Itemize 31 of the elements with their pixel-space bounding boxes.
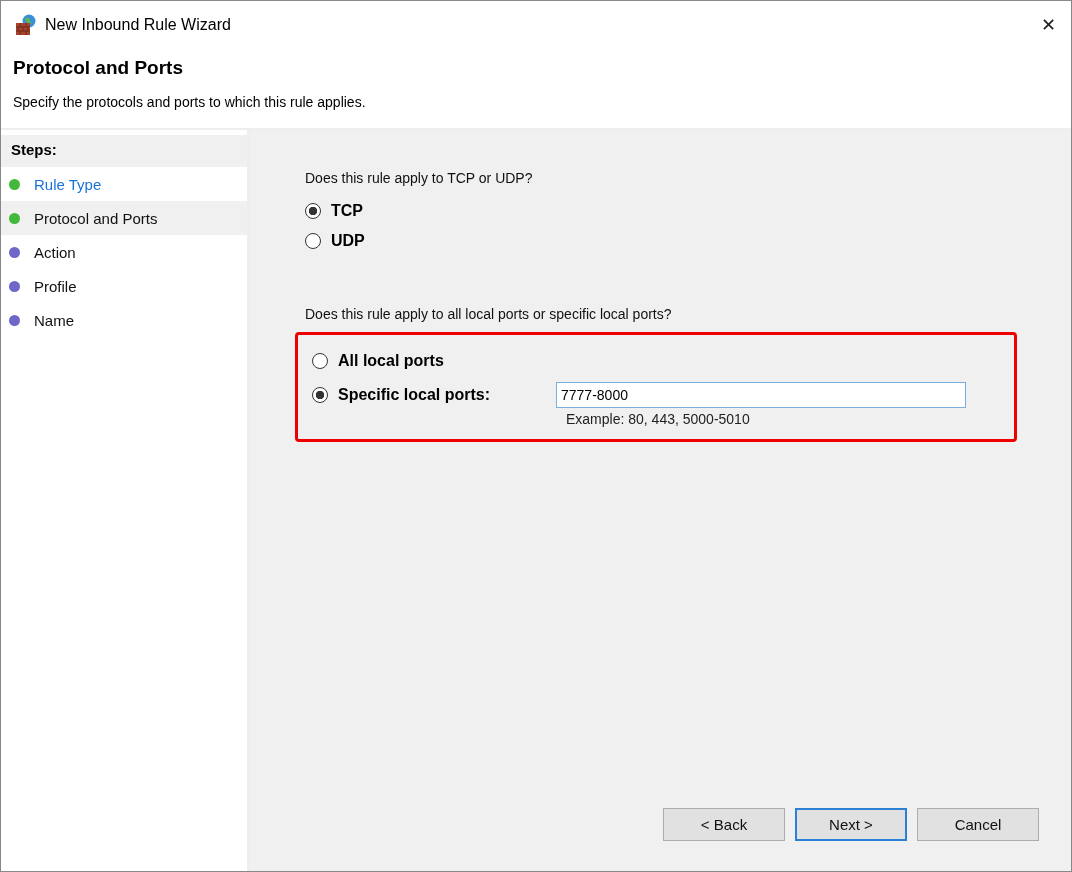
step-item[interactable]: Rule Type xyxy=(1,167,247,201)
step-label: Name xyxy=(34,311,74,329)
step-item[interactable]: Action xyxy=(1,235,247,269)
radio-label: TCP xyxy=(331,202,363,220)
steps-heading: Steps: xyxy=(1,135,247,167)
page-title: Protocol and Ports xyxy=(13,57,184,79)
window-title: New Inbound Rule Wizard xyxy=(45,16,232,34)
firewall-globe-icon xyxy=(15,14,37,36)
step-item[interactable]: Name xyxy=(1,303,247,337)
protocol-question: Does this rule apply to TCP or UDP? xyxy=(305,170,534,186)
step-label: Profile xyxy=(34,277,77,295)
step-label: Protocol and Ports xyxy=(34,209,158,227)
radio-button[interactable] xyxy=(305,233,321,249)
wizard-button[interactable]: Cancel xyxy=(917,808,1039,841)
ports-question: Does this rule apply to all local ports or specific local ports? xyxy=(305,306,673,322)
radio-button[interactable] xyxy=(312,387,328,403)
step-item[interactable]: Profile xyxy=(1,269,247,303)
step-label: Action xyxy=(34,243,76,261)
example-hint: Example: 80, 443, 5000-5010 xyxy=(566,411,751,427)
radio-label: Specific local ports: xyxy=(338,386,492,404)
radio-button[interactable] xyxy=(312,353,328,369)
page-description: Specify the protocols and ports to which this rule applies. xyxy=(13,94,367,110)
wizard-button[interactable]: Next > xyxy=(795,808,907,841)
radio-label: UDP xyxy=(331,232,365,250)
ports-input-field[interactable]: 7777-8000 xyxy=(556,382,966,408)
wizard-button[interactable]: < Back xyxy=(663,808,785,841)
radio-label: All local ports xyxy=(338,352,445,370)
radio-button[interactable] xyxy=(305,203,321,219)
step-item[interactable]: Protocol and Ports xyxy=(1,201,247,235)
step-label: Rule Type xyxy=(34,175,102,193)
close-button[interactable]: ✕ xyxy=(1025,2,1071,48)
